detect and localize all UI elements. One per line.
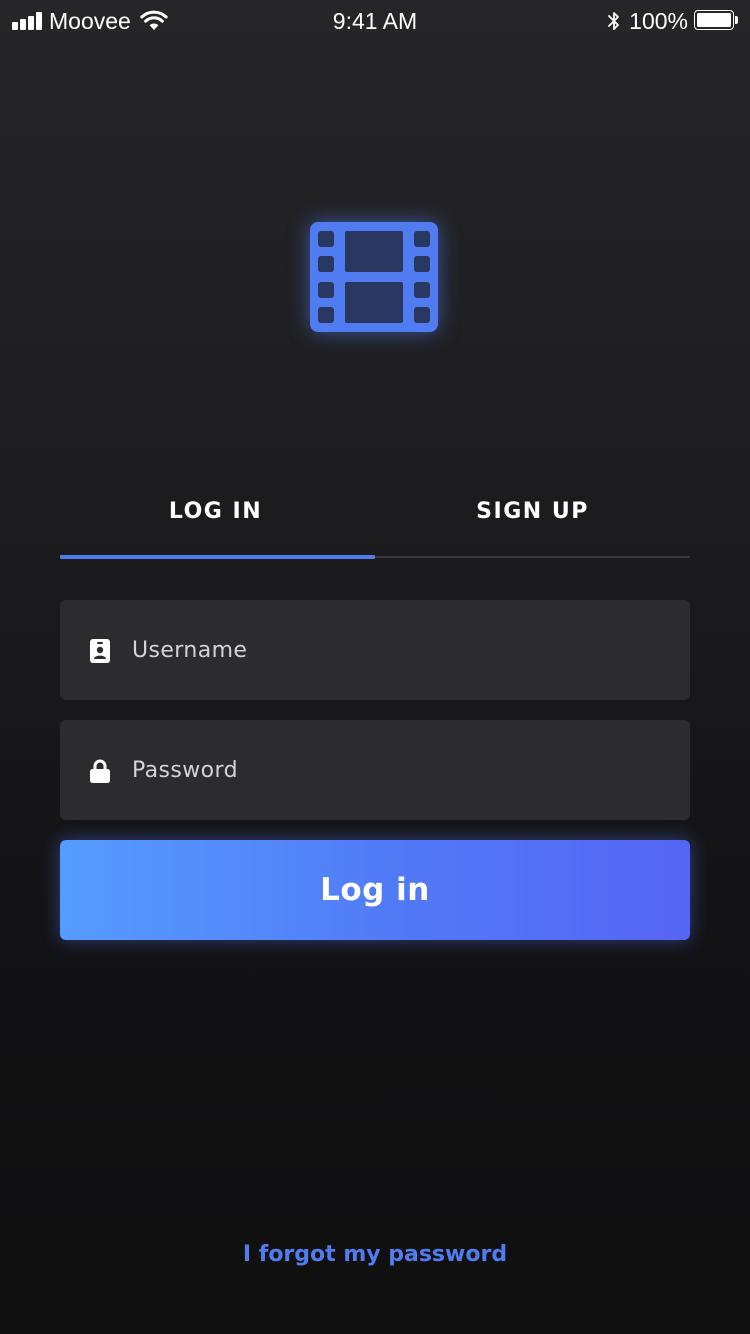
lock-icon [90,759,110,783]
tab-sign-up[interactable]: SIGN UP [375,490,690,534]
bluetooth-icon [608,12,620,30]
username-field[interactable] [60,600,690,700]
tab-active-indicator [60,555,375,559]
password-input[interactable] [132,720,672,820]
status-bar: Moovee 9:41 AM 100% [0,0,750,42]
password-field[interactable] [60,720,690,820]
log-in-button[interactable]: Log in [60,840,690,940]
film-icon [310,222,438,332]
id-badge-icon [90,639,110,663]
forgot-password-link[interactable]: I forgot my password [0,1242,750,1267]
status-right: 100% [607,8,738,34]
battery-icon [694,10,738,32]
username-input[interactable] [132,600,672,700]
auth-tabs: LOG IN SIGN UP [60,490,690,560]
tab-log-in[interactable]: LOG IN [58,490,373,534]
battery-percentage: 100% [629,7,688,34]
